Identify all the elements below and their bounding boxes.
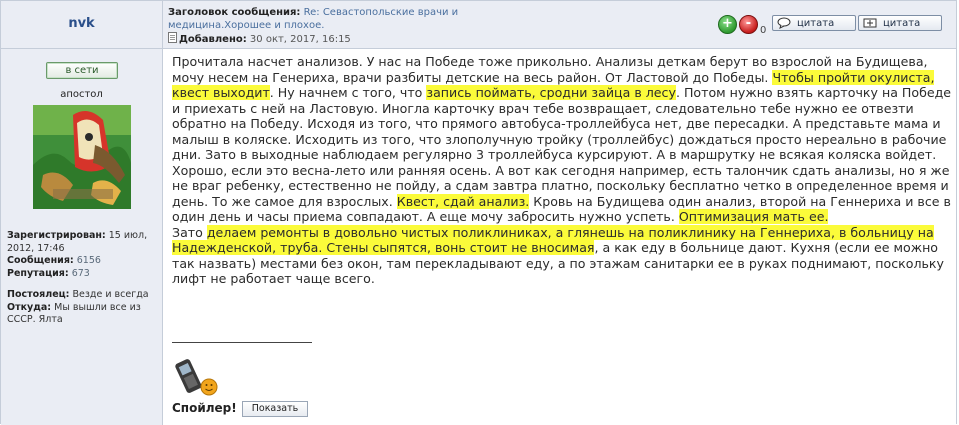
user-rank: апостол xyxy=(60,89,103,100)
post-text: Зато xyxy=(172,224,207,240)
quote-button[interactable]: цитата xyxy=(772,15,856,31)
highlighted-text: Квест, сдай анализ. xyxy=(396,193,530,209)
reputation-value: 673 xyxy=(71,267,90,279)
quote-label: цитата xyxy=(883,18,921,29)
post-body: Прочитала насчет анализов. У нас на Побе… xyxy=(172,54,952,287)
rating-count: 0 xyxy=(760,25,767,36)
username[interactable]: nvk xyxy=(1,16,162,31)
minus-icon: - xyxy=(745,16,752,31)
reputation-label: Репутация: xyxy=(7,267,69,279)
post-text: . Потом нужно взять карточку на Победе и… xyxy=(172,85,952,209)
date-value: 30 окт, 2017, 16:15 xyxy=(249,34,351,45)
forum-post: nvk в сети апостол Зарегистрирован: 15 и… xyxy=(0,0,957,425)
highlighted-text: Оптимизация мать ее. xyxy=(678,209,829,224)
online-status-badge: в сети xyxy=(46,62,118,79)
post-text: . Ну начнем с того, что xyxy=(269,85,427,100)
user-profile-info: Зарегистрирован: 15 июл, 2012, 17:46 Соо… xyxy=(7,230,159,327)
signature-divider xyxy=(172,342,312,343)
phone-smiley-icon xyxy=(175,359,218,396)
status-label: Постоялец: xyxy=(7,289,70,300)
posts-value: 6156 xyxy=(76,255,101,266)
post-header: Заголовок сообщения: Re: Севастопольские… xyxy=(163,1,956,49)
rate-minus-button[interactable]: - xyxy=(739,15,758,34)
date-label: Добавлено: xyxy=(179,34,247,45)
plus-icon: + xyxy=(722,16,733,31)
spoiler-show-button[interactable]: Показать xyxy=(242,401,308,417)
spoiler-label: Спойлер! xyxy=(172,401,237,415)
status-value: Везде и всегда xyxy=(72,289,149,300)
user-column: nvk в сети апостол Зарегистрирован: 15 и… xyxy=(1,1,163,425)
post-paragraph: Прочитала насчет анализов. У нас на Побе… xyxy=(172,54,952,225)
post-column: Заголовок сообщения: Re: Севастопольские… xyxy=(163,1,956,425)
quote-label: цитата xyxy=(797,18,835,29)
username-bar: nvk xyxy=(1,1,162,49)
from-label: Откуда: xyxy=(7,301,52,313)
posts-label: Сообщения: xyxy=(7,255,74,266)
subject-label: Заголовок сообщения: xyxy=(168,7,301,18)
post-paragraph: Зато делаем ремонты в довольно чистых по… xyxy=(172,224,952,287)
multi-quote-icon xyxy=(863,18,877,28)
highlighted-text: запись поймать, сродни зайца в лесу xyxy=(426,85,676,100)
avatar xyxy=(33,105,131,209)
post-subject: Заголовок сообщения: Re: Севастопольские… xyxy=(168,7,488,32)
rate-plus-button[interactable]: + xyxy=(718,15,737,34)
speech-bubble-icon xyxy=(777,17,791,29)
registered-label: Зарегистрирован: xyxy=(7,230,106,241)
post-icon xyxy=(168,32,177,43)
post-date: Добавлено: 30 окт, 2017, 16:15 xyxy=(168,32,351,45)
multi-quote-button[interactable]: цитата xyxy=(858,15,942,31)
